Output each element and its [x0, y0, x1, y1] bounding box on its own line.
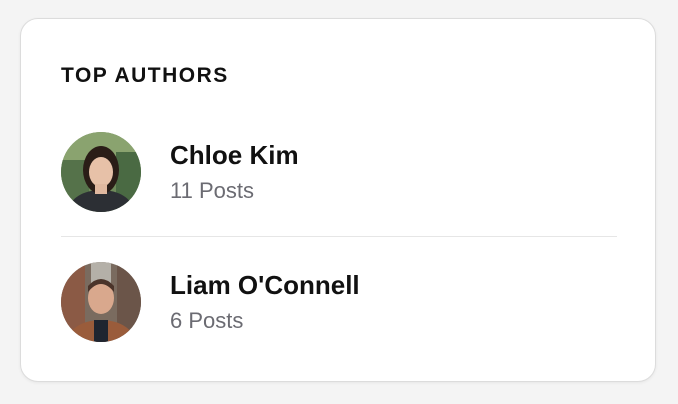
author-avatar-chloe-kim[interactable] — [61, 132, 141, 212]
avatar-image — [61, 132, 141, 212]
author-row-chloe-kim[interactable]: Chloe Kim 11 Posts — [61, 132, 617, 212]
card-title: TOP AUTHORS — [61, 64, 229, 87]
author-name[interactable]: Liam O'Connell — [170, 270, 360, 300]
author-info: Chloe Kim 11 Posts — [170, 140, 299, 204]
author-post-count: 6 Posts — [170, 308, 244, 333]
divider — [61, 236, 617, 237]
author-name[interactable]: Chloe Kim — [170, 140, 299, 170]
author-avatar-liam-oconnell[interactable] — [61, 262, 141, 342]
author-row-liam-oconnell[interactable]: Liam O'Connell 6 Posts — [61, 262, 617, 342]
avatar-image — [61, 262, 141, 342]
top-authors-card: TOP AUTHORS Chloe Kim 11 Posts Liam O'Co… — [20, 18, 656, 382]
author-info: Liam O'Connell 6 Posts — [170, 270, 360, 334]
author-post-count: 11 Posts — [170, 178, 254, 203]
